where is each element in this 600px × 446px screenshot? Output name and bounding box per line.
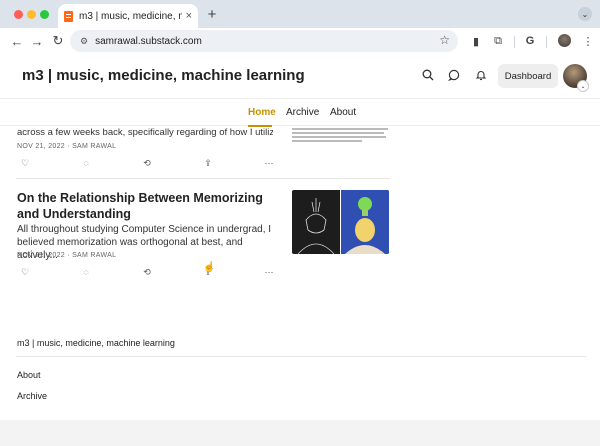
footer-band bbox=[0, 420, 600, 446]
like-heart-icon[interactable]: ♡ bbox=[19, 266, 31, 278]
like-heart-icon[interactable]: ♡ bbox=[19, 157, 31, 169]
more-menu-icon[interactable]: ⋮ bbox=[580, 32, 596, 50]
chat-icon[interactable] bbox=[447, 68, 461, 82]
close-window-button[interactable] bbox=[14, 10, 23, 19]
reload-icon[interactable]: ↻ bbox=[49, 32, 67, 50]
chevron-down-icon[interactable]: ⌄ bbox=[577, 80, 589, 92]
tab-about[interactable]: About bbox=[330, 107, 356, 118]
tab-title: m3 | music, medicine, machine bbox=[79, 10, 182, 22]
url-text: samrawal.substack.com bbox=[95, 35, 202, 47]
comment-icon[interactable]: ◌ bbox=[80, 157, 92, 169]
restack-icon[interactable]: ⟲ bbox=[141, 157, 153, 169]
search-icon[interactable] bbox=[421, 68, 435, 82]
post-title[interactable]: On the Relationship Between Memorizing a… bbox=[17, 190, 275, 222]
footer-divider bbox=[16, 356, 586, 357]
site-header: m3 | music, medicine, machine learning D… bbox=[0, 54, 600, 98]
post-meta: NOV 21, 2022 · SAM RAWAL bbox=[17, 143, 117, 150]
new-tab-button[interactable]: + bbox=[204, 6, 220, 23]
tab-search-button[interactable]: ⌄ bbox=[578, 7, 592, 21]
restack-icon[interactable]: ⟲ bbox=[141, 266, 153, 278]
toolbar-separator bbox=[514, 36, 515, 48]
minimize-window-button[interactable] bbox=[27, 10, 36, 19]
more-options-icon[interactable]: ⋯ bbox=[263, 266, 275, 278]
forward-arrow-icon[interactable]: → bbox=[28, 32, 46, 50]
toolbar-separator bbox=[546, 36, 547, 48]
footer-site-title[interactable]: m3 | music, medicine, machine learning bbox=[17, 338, 175, 348]
bell-icon[interactable] bbox=[474, 68, 488, 82]
page: m3 | music, medicine, machine learning D… bbox=[0, 54, 600, 446]
google-icon[interactable]: G bbox=[522, 32, 538, 50]
substack-favicon-icon bbox=[64, 10, 73, 22]
post-snippet[interactable]: across a few weeks back, specifically re… bbox=[17, 127, 273, 138]
tab-archive[interactable]: Archive bbox=[286, 107, 319, 118]
publication-nav: Home Archive About bbox=[0, 98, 600, 127]
site-settings-icon[interactable]: ⚙ bbox=[80, 36, 88, 47]
mouse-pointer-icon: ☝ bbox=[203, 262, 216, 273]
post-divider bbox=[16, 178, 390, 179]
post-thumbnail[interactable] bbox=[292, 128, 392, 148]
thumbnail-lightbulb-image bbox=[341, 190, 389, 254]
address-bar[interactable]: ⚙ samrawal.substack.com ☆ bbox=[70, 30, 458, 52]
share-icon[interactable]: ⇪ bbox=[202, 157, 214, 169]
profile-avatar[interactable] bbox=[558, 34, 571, 47]
post-meta: NOV 21, 2022 · SAM RAWAL bbox=[17, 252, 117, 259]
footer-link-archive[interactable]: Archive bbox=[17, 391, 47, 401]
close-tab-icon[interactable]: × bbox=[186, 10, 192, 22]
thumbnail-head-outline-image bbox=[292, 190, 340, 254]
bookmark-star-icon[interactable]: ☆ bbox=[439, 33, 450, 47]
browser-toolbar: ← → ↻ ⚙ samrawal.substack.com ☆ ▮ ⧉ G ⋮ bbox=[0, 28, 600, 54]
browser-tab-bar: m3 | music, medicine, machine × + ⌄ bbox=[0, 0, 600, 28]
dashboard-button[interactable]: Dashboard bbox=[498, 64, 558, 88]
zoom-window-button[interactable] bbox=[40, 10, 49, 19]
site-title[interactable]: m3 | music, medicine, machine learning bbox=[22, 67, 305, 84]
post-thumbnail[interactable] bbox=[292, 190, 389, 254]
back-arrow-icon[interactable]: ← bbox=[8, 32, 26, 50]
more-options-icon[interactable]: ⋯ bbox=[263, 157, 275, 169]
footer-link-about[interactable]: About bbox=[17, 370, 41, 380]
tab-home[interactable]: Home bbox=[248, 107, 276, 118]
extension-icon[interactable]: ▮ bbox=[468, 32, 484, 50]
extensions-puzzle-icon[interactable]: ⧉ bbox=[490, 32, 506, 50]
browser-tab[interactable]: m3 | music, medicine, machine × bbox=[58, 4, 198, 28]
comment-icon[interactable]: ◌ bbox=[80, 266, 92, 278]
